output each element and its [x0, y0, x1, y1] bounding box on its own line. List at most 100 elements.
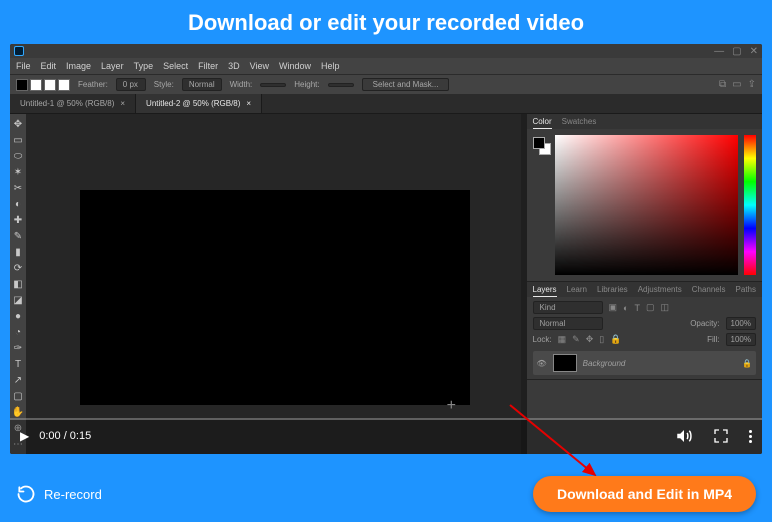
volume-icon[interactable]: [675, 427, 693, 445]
menu-type[interactable]: Type: [134, 61, 154, 71]
filter-adjust-icon[interactable]: ◐: [623, 303, 628, 313]
move-tool[interactable]: ✥: [10, 118, 26, 130]
app-titlebar: — ▢ ✕: [10, 44, 762, 58]
menu-3d[interactable]: 3D: [228, 61, 240, 71]
style-label: Style:: [154, 80, 174, 89]
page-header: Download or edit your recorded video: [0, 0, 772, 44]
saturation-value-picker[interactable]: [555, 135, 738, 275]
brush-tool[interactable]: ✎: [10, 230, 26, 242]
menu-edit[interactable]: Edit: [41, 61, 57, 71]
fg-bg-swatch[interactable]: [533, 137, 549, 153]
selection-add-icon[interactable]: [30, 79, 42, 91]
layer-thumbnail[interactable]: [553, 354, 577, 372]
filter-shape-icon[interactable]: ▢: [646, 302, 655, 313]
path-tool[interactable]: ↗: [10, 374, 26, 386]
hue-slider[interactable]: [744, 135, 756, 275]
fill-label: Fill:: [707, 335, 719, 344]
blend-mode-select[interactable]: Normal: [533, 317, 603, 330]
tab-color[interactable]: Color: [533, 117, 552, 129]
video-preview-area: — ▢ ✕ File Edit Image Layer Type Select …: [10, 44, 762, 454]
fill-input[interactable]: 100%: [726, 333, 756, 346]
wand-tool[interactable]: ✶: [10, 166, 26, 178]
lock-pixels-icon[interactable]: ✎: [572, 334, 580, 345]
menu-window[interactable]: Window: [279, 61, 311, 71]
video-progress-bar[interactable]: [10, 418, 762, 420]
tab-layers[interactable]: Layers: [533, 285, 557, 297]
layer-filter-select[interactable]: Kind: [533, 301, 603, 314]
heal-tool[interactable]: ✚: [10, 214, 26, 226]
close-tab-icon[interactable]: ×: [246, 99, 251, 108]
main-workspace: ✥ ▭ ⬭ ✶ ✂ ◐ ✚ ✎ ▮ ⟳ ◧ ◪ ● ◔ ✑ T ↗ ▢ ✋ ⊕ …: [10, 114, 762, 454]
filter-smart-icon[interactable]: ◫: [660, 302, 669, 313]
eyedropper-tool[interactable]: ◐: [10, 198, 26, 210]
tab-swatches[interactable]: Swatches: [562, 117, 597, 129]
maximize-icon[interactable]: ▢: [732, 46, 741, 57]
menu-select[interactable]: Select: [163, 61, 188, 71]
close-tab-icon[interactable]: ×: [120, 99, 125, 108]
visibility-eye-icon[interactable]: 👁: [537, 359, 547, 368]
blur-tool[interactable]: ●: [10, 310, 26, 322]
tab-channels[interactable]: Channels: [692, 285, 726, 297]
page-title: Download or edit your recorded video: [0, 10, 772, 36]
tab-learn[interactable]: Learn: [567, 285, 587, 297]
menu-bar: File Edit Image Layer Type Select Filter…: [10, 58, 762, 74]
workspace-icon[interactable]: ▭: [732, 79, 741, 90]
layer-row-background[interactable]: 👁 Background 🔒: [533, 351, 756, 375]
stamp-tool[interactable]: ▮: [10, 246, 26, 258]
opacity-input[interactable]: 100%: [726, 317, 756, 330]
menu-help[interactable]: Help: [321, 61, 340, 71]
opacity-label: Opacity:: [690, 319, 719, 328]
foreground-color-swatch[interactable]: [533, 137, 545, 149]
cursor-crosshair-icon: +: [447, 397, 456, 415]
tab-untitled-1[interactable]: Untitled-1 @ 50% (RGB/8)×: [10, 94, 136, 113]
document-canvas[interactable]: +: [80, 190, 470, 405]
close-icon[interactable]: ✕: [750, 46, 758, 57]
download-edit-button[interactable]: Download and Edit in MP4: [533, 476, 756, 512]
lock-artboard-icon[interactable]: ▯: [599, 334, 604, 345]
selection-intersect-icon[interactable]: [58, 79, 70, 91]
lock-all-icon[interactable]: 🔒: [610, 334, 621, 345]
photoshop-logo-icon: [14, 46, 24, 56]
pen-tool[interactable]: ✑: [10, 342, 26, 354]
menu-layer[interactable]: Layer: [101, 61, 124, 71]
crop-tool[interactable]: ✂: [10, 182, 26, 194]
menu-file[interactable]: File: [16, 61, 31, 71]
tab-untitled-2[interactable]: Untitled-2 @ 50% (RGB/8)×: [136, 94, 262, 113]
feather-input[interactable]: 0 px: [116, 78, 146, 91]
menu-view[interactable]: View: [250, 61, 269, 71]
menu-filter[interactable]: Filter: [198, 61, 218, 71]
menu-image[interactable]: Image: [66, 61, 91, 71]
share-icon[interactable]: ⇪: [748, 79, 756, 90]
lock-transparency-icon[interactable]: ▦: [558, 334, 567, 345]
gradient-tool[interactable]: ◪: [10, 294, 26, 306]
select-and-mask-button[interactable]: Select and Mask...: [362, 78, 450, 91]
layer-name-label: Background: [583, 359, 626, 368]
width-input[interactable]: [260, 83, 286, 87]
re-record-button[interactable]: Re-record: [16, 484, 102, 504]
search-icon[interactable]: ⧉: [719, 79, 726, 90]
color-panel: Color Swatches: [527, 114, 762, 282]
eraser-tool[interactable]: ◧: [10, 278, 26, 290]
tab-libraries[interactable]: Libraries: [597, 285, 628, 297]
lock-position-icon[interactable]: ✥: [586, 334, 594, 345]
marquee-tool[interactable]: ▭: [10, 134, 26, 146]
lasso-tool[interactable]: ⬭: [10, 150, 26, 162]
minimize-icon[interactable]: —: [714, 46, 724, 57]
style-select[interactable]: Normal: [182, 78, 222, 91]
selection-subtract-icon[interactable]: [44, 79, 56, 91]
shape-tool[interactable]: ▢: [10, 390, 26, 402]
type-tool[interactable]: T: [10, 358, 26, 370]
selection-new-icon[interactable]: [16, 79, 28, 91]
more-options-icon[interactable]: [749, 430, 752, 443]
hand-tool[interactable]: ✋: [10, 406, 26, 418]
dodge-tool[interactable]: ◔: [10, 326, 26, 338]
history-brush-tool[interactable]: ⟳: [10, 262, 26, 274]
canvas-area[interactable]: +: [26, 114, 521, 454]
fullscreen-icon[interactable]: [713, 428, 729, 444]
filter-type-icon[interactable]: T: [634, 303, 640, 313]
play-button[interactable]: ▶: [20, 429, 29, 443]
filter-image-icon[interactable]: ▣: [609, 302, 618, 313]
tab-adjustments[interactable]: Adjustments: [638, 285, 682, 297]
height-input[interactable]: [328, 83, 354, 87]
tab-paths[interactable]: Paths: [736, 285, 756, 297]
